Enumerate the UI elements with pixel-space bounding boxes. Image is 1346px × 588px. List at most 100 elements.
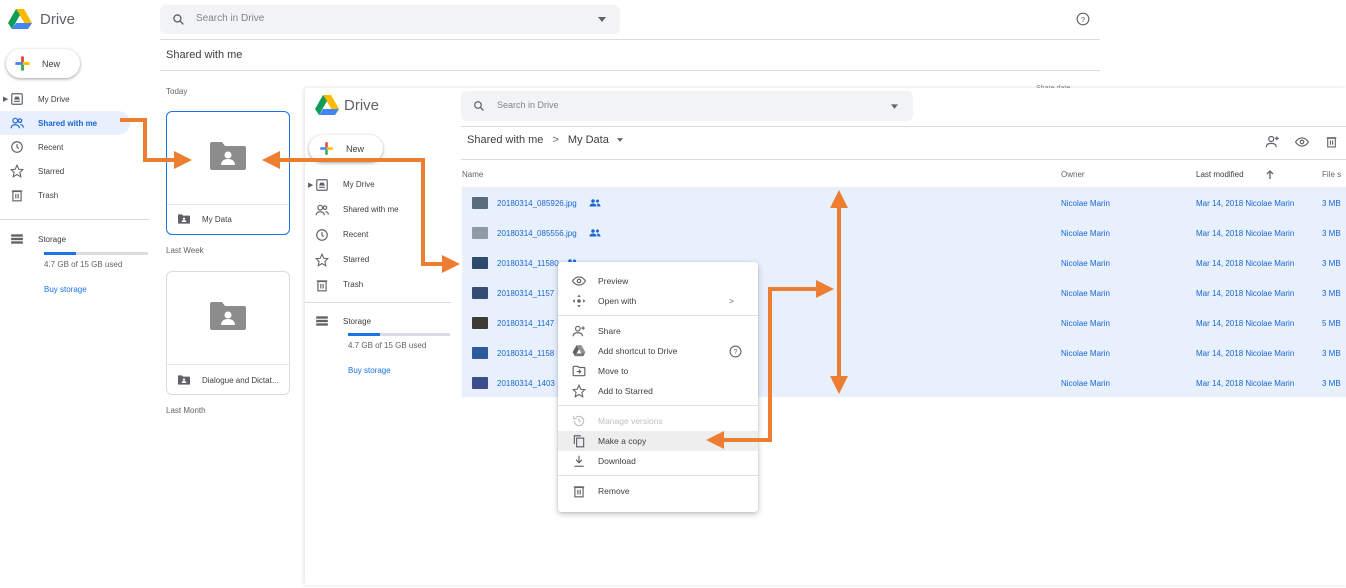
menu-add-to-starred[interactable]: Add to Starred (558, 381, 758, 401)
header-divider (160, 39, 1100, 40)
svg-text:?: ? (734, 349, 738, 356)
front-nav-shared-with-me[interactable]: Shared with me (305, 197, 455, 222)
back-nav-starred[interactable]: Starred (0, 159, 150, 183)
nav-label: Starred (38, 166, 65, 176)
back-nav-storage[interactable]: Storage (0, 227, 150, 251)
front-search-bar[interactable]: Search in Drive (461, 91, 913, 121)
eye-icon[interactable] (1295, 135, 1309, 149)
file-size: 3 MB (1322, 229, 1341, 238)
new-label: New (42, 59, 61, 69)
file-row[interactable]: 20180314_085556.jpg Nicolae Marin Mar 14, … (462, 223, 1346, 245)
nav-label: Recent (343, 230, 369, 239)
breadcrumb-current[interactable]: My Data (568, 134, 609, 146)
menu-share[interactable]: Share (558, 321, 758, 341)
card-divider (167, 204, 289, 205)
file-last-modified: Mar 14, 2018 Nicolae Marin (1196, 379, 1295, 388)
nav-label: My Drive (38, 94, 70, 104)
file-size: 3 MB (1322, 349, 1341, 358)
menu-label: Move to (598, 366, 629, 376)
folder-card-dialogue[interactable]: Dialogue and Dictat... (166, 271, 290, 395)
front-buy-storage-link[interactable]: Buy storage (348, 366, 391, 375)
shared-icon (10, 117, 24, 129)
clock-icon (316, 228, 328, 241)
back-buy-storage-link[interactable]: Buy storage (44, 285, 87, 294)
file-owner: Nicolae Marin (1061, 199, 1110, 208)
front-nav-starred[interactable]: Starred (305, 247, 455, 272)
plus-icon (320, 142, 333, 155)
front-nav-recent[interactable]: Recent (305, 222, 455, 247)
menu-label: Remove (598, 486, 630, 496)
drive-logo-icon (315, 95, 339, 115)
back-nav-trash[interactable]: Trash (0, 183, 150, 207)
back-nav-shared-with-me[interactable]: Shared with me (0, 111, 130, 135)
trash-icon (316, 279, 328, 291)
storage-icon (316, 316, 328, 326)
back-search-bar[interactable]: Search in Drive (160, 5, 620, 34)
file-owner: Nicolae Marin (1061, 289, 1110, 298)
nav-label: Shared with me (38, 118, 98, 128)
menu-download[interactable]: Download (558, 451, 758, 471)
image-thumbnail-icon (472, 257, 488, 269)
back-nav-my-drive[interactable]: ▶ My Drive (0, 87, 150, 111)
front-drive-logo[interactable]: Drive (313, 94, 393, 116)
back-storage-used: 4.7 GB of 15 GB used (44, 260, 123, 269)
menu-add-shortcut[interactable]: Add shortcut to Drive ? (558, 341, 758, 361)
file-size: 5 MB (1322, 319, 1341, 328)
nav-label: Recent (38, 142, 64, 152)
back-drive-logo[interactable]: Drive (4, 8, 76, 30)
file-last-modified: Mar 14, 2018 Nicolae Marin (1196, 229, 1295, 238)
menu-label: Download (598, 456, 636, 466)
col-owner[interactable]: Owner (1061, 170, 1085, 179)
breadcrumb-parent[interactable]: Shared with me (467, 134, 543, 146)
expand-caret-icon[interactable]: ▶ (3, 95, 8, 103)
nav-label: Trash (343, 280, 364, 289)
front-search-input[interactable]: Search in Drive (497, 100, 559, 110)
help-icon[interactable]: ? (729, 345, 742, 358)
file-row[interactable]: 20180314_085926.jpg Nicolae Marin Mar 14, … (462, 193, 1346, 215)
search-options-icon[interactable] (891, 104, 898, 109)
image-thumbnail-icon (472, 377, 488, 389)
col-name[interactable]: Name (462, 170, 483, 179)
menu-open-with[interactable]: Open with > (558, 291, 758, 311)
shared-folder-icon (210, 302, 246, 330)
image-thumbnail-icon (472, 197, 488, 209)
front-sidebar-nav: ▶ My Drive Shared with me Recent Starred… (305, 172, 455, 297)
add-person-icon[interactable] (1265, 134, 1280, 149)
help-icon[interactable]: ? (1076, 12, 1090, 26)
file-size: 3 MB (1322, 379, 1341, 388)
back-new-button[interactable]: New (6, 49, 80, 78)
star-icon (315, 252, 329, 267)
trash-icon[interactable] (1325, 134, 1338, 149)
col-file-size[interactable]: File s (1322, 170, 1341, 179)
front-title-divider (461, 159, 1346, 160)
menu-move-to[interactable]: Move to (558, 361, 758, 381)
front-header-divider (461, 126, 1346, 127)
file-size: 3 MB (1322, 259, 1341, 268)
front-nav-my-drive[interactable]: ▶ My Drive (305, 172, 455, 197)
back-page-title: Shared with me (166, 49, 243, 61)
front-new-button[interactable]: New (309, 135, 383, 162)
menu-separator (558, 405, 758, 406)
front-nav-trash[interactable]: Trash (305, 272, 455, 297)
file-name: 20180314_11580 (497, 259, 559, 268)
folder-card-my-data[interactable]: My Data (166, 111, 290, 235)
back-app-name: Drive (40, 11, 76, 28)
search-options-icon[interactable] (598, 17, 606, 22)
menu-remove[interactable]: Remove (558, 481, 758, 501)
history-icon (573, 415, 585, 427)
col-last-modified[interactable]: Last modified (1196, 170, 1244, 179)
trash-icon (11, 190, 23, 202)
image-thumbnail-icon (472, 287, 488, 299)
back-search-input[interactable]: Search in Drive (196, 13, 264, 24)
menu-preview[interactable]: Preview (558, 271, 758, 291)
menu-make-a-copy[interactable]: Make a copy (558, 431, 758, 451)
sort-ascending-icon[interactable] (1266, 170, 1274, 179)
expand-caret-icon[interactable]: ▶ (308, 181, 313, 189)
shared-people-icon (589, 228, 601, 237)
file-last-modified: Mar 14, 2018 Nicolae Marin (1196, 289, 1295, 298)
chevron-down-icon[interactable] (616, 138, 623, 142)
file-owner: Nicolae Marin (1061, 259, 1110, 268)
front-nav-storage[interactable]: Storage (305, 309, 451, 333)
trash-icon (573, 486, 585, 498)
back-nav-recent[interactable]: Recent (0, 135, 150, 159)
